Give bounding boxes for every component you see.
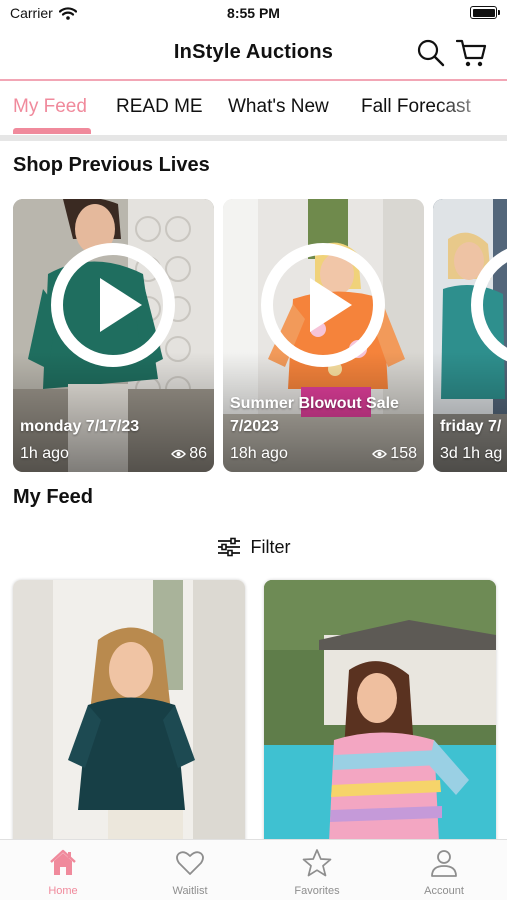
live-time: 18h ago — [230, 445, 288, 462]
search-button[interactable] — [416, 38, 446, 68]
play-icon[interactable] — [51, 243, 175, 367]
cart-icon — [455, 39, 487, 67]
live-time: 1h ago — [20, 445, 69, 462]
status-time: 8:55 PM — [227, 5, 280, 21]
nav-waitlist-label: Waitlist — [172, 885, 208, 897]
filter-label: Filter — [250, 536, 291, 557]
live-title: monday 7/17/23 — [20, 418, 140, 435]
app-header: InStyle Auctions — [0, 30, 507, 78]
filter-sliders-icon — [217, 537, 240, 557]
tabs-fade — [437, 82, 507, 136]
nav-account-label: Account — [424, 885, 464, 897]
tab-read-me[interactable]: READ ME — [116, 96, 203, 118]
live-title: Summer Blowout Sale 7/2023 — [230, 395, 399, 435]
live-card[interactable]: monday 7/17/23 1h ago 86 — [13, 199, 214, 472]
tabs-divider — [0, 135, 507, 141]
bottom-nav: Home Waitlist Favorites Account — [0, 839, 507, 900]
product-card[interactable] — [13, 580, 245, 842]
nav-home-label: Home — [48, 885, 78, 897]
user-icon — [431, 850, 457, 877]
nav-home[interactable]: Home — [0, 840, 126, 900]
live-views-count: 158 — [390, 445, 417, 462]
star-icon — [302, 849, 332, 877]
tab-whats-new[interactable]: What's New — [228, 96, 329, 118]
nav-favorites-label: Favorites — [294, 885, 340, 897]
live-card[interactable]: Summer Blowout Sale 7/2023 18h ago 158 — [223, 199, 424, 472]
search-icon — [417, 39, 445, 67]
nav-favorites[interactable]: Favorites — [254, 840, 380, 900]
battery-icon — [470, 6, 500, 19]
eye-icon — [372, 449, 388, 459]
product-image — [13, 580, 245, 842]
live-views-count: 86 — [189, 445, 207, 462]
cart-button[interactable] — [455, 38, 487, 68]
active-tab-indicator — [13, 128, 91, 134]
product-card[interactable] — [264, 580, 496, 842]
eye-icon — [171, 449, 187, 459]
previous-lives-carousel[interactable]: monday 7/17/23 1h ago 86 Summer Blowout … — [0, 199, 507, 473]
live-views: 86 — [171, 445, 207, 463]
live-time: 3d 1h ag — [440, 445, 503, 462]
nav-account[interactable]: Account — [381, 840, 507, 900]
heart-icon — [176, 851, 204, 875]
nav-waitlist[interactable]: Waitlist — [127, 840, 253, 900]
play-icon[interactable] — [261, 243, 385, 367]
live-card[interactable]: friday 7/ 3d 1h ag — [433, 199, 507, 472]
live-title: friday 7/ — [440, 418, 502, 435]
status-bar: Carrier 8:55 PM — [0, 0, 507, 30]
my-feed-heading: My Feed — [13, 486, 94, 508]
home-icon — [50, 849, 76, 875]
header-divider — [0, 79, 507, 81]
category-tabs: My Feed READ ME What's New Fall Forecast — [0, 82, 507, 136]
tab-my-feed[interactable]: My Feed — [13, 96, 87, 118]
product-image — [264, 580, 496, 842]
live-views: 158 — [372, 445, 417, 463]
filter-button[interactable]: Filter — [0, 533, 507, 561]
previous-lives-heading: Shop Previous Lives — [13, 154, 210, 176]
